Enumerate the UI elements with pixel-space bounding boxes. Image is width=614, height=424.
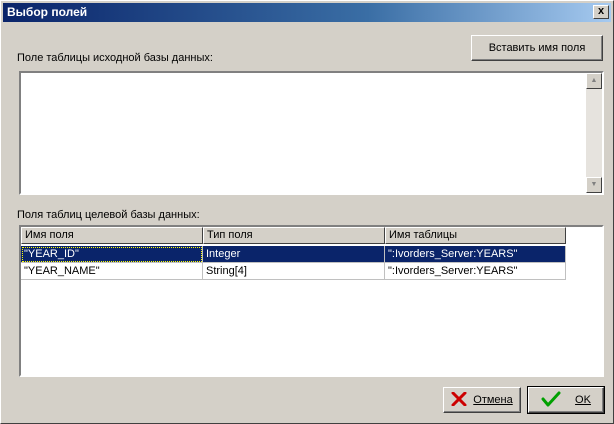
column-header-table-name[interactable]: Имя таблицы — [385, 227, 566, 244]
column-header-field-name[interactable]: Имя поля — [21, 227, 203, 244]
column-header-field-type[interactable]: Тип поля — [203, 227, 385, 244]
red-x-icon — [451, 391, 467, 409]
green-check-icon — [541, 391, 561, 410]
window-title: Выбор полей — [7, 5, 88, 19]
cell-field-name: "YEAR_ID" — [21, 246, 203, 263]
scroll-up-arrow-icon[interactable]: ▲ — [586, 73, 602, 89]
close-button[interactable]: x — [593, 5, 609, 19]
cell-field-type: String[4] — [203, 263, 385, 280]
insert-field-name-label: Вставить имя поля — [488, 42, 586, 54]
cancel-button[interactable]: Отмена — [443, 387, 521, 413]
cell-table-name: ":Ivorders_Server:YEARS" — [385, 246, 566, 263]
ok-label: OK — [575, 394, 591, 406]
title-bar[interactable]: Выбор полей x — [3, 3, 611, 22]
ok-button[interactable]: OK — [527, 386, 605, 414]
dialog-window: Выбор полей x Вставить имя поля Поле таб… — [0, 0, 614, 424]
cell-field-name: "YEAR_NAME" — [21, 263, 203, 280]
source-field-textarea[interactable]: ▲ ▼ — [19, 71, 604, 195]
scroll-down-arrow-icon[interactable]: ▼ — [586, 177, 602, 193]
target-fields-grid[interactable]: Имя поля Тип поля Имя таблицы "YEAR_ID" … — [19, 225, 604, 377]
cancel-label: Отмена — [473, 394, 513, 406]
source-field-label: Поле таблицы исходной базы данных: — [17, 52, 213, 64]
source-field-scrollbar[interactable]: ▲ ▼ — [586, 73, 602, 193]
cell-table-name: ":Ivorders_Server:YEARS" — [385, 263, 566, 280]
target-grid-label: Поля таблиц целевой базы данных: — [17, 209, 200, 221]
insert-field-name-button[interactable]: Вставить имя поля — [471, 35, 603, 61]
cell-field-type: Integer — [203, 246, 385, 263]
